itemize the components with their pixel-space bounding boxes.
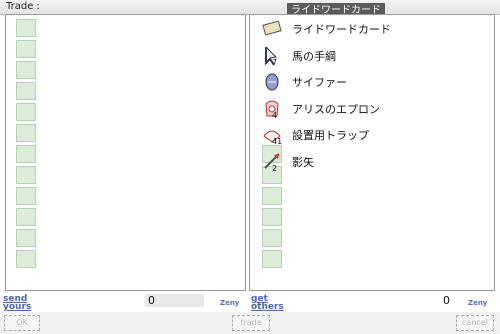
partner-zeny-label: Zeny [468, 299, 488, 307]
window-title: Trade : [6, 1, 40, 12]
ok-button[interactable]: OK [4, 315, 40, 331]
trade-slot[interactable] [16, 208, 36, 226]
trade-slot [262, 229, 282, 247]
list-item[interactable]: 7 馬の手綱 [258, 44, 488, 69]
list-item[interactable]: 41 設置用トラップ [258, 123, 488, 148]
trade-slot [262, 250, 282, 268]
send-yours-label: send yours [3, 294, 32, 312]
item-quantity: 4 [272, 110, 278, 120]
my-slot-column [16, 19, 36, 271]
partner-trade-panel: ライドワードカード 7 馬の手綱 サイファー 4 アリスのエプロン 41 設置用… [249, 14, 495, 312]
cipher-icon [262, 71, 282, 93]
item-quantity: 2 [272, 163, 278, 173]
my-zeny-input[interactable]: 0 [145, 294, 204, 307]
trade-slot[interactable] [16, 166, 36, 184]
item-name: アリスのエプロン [292, 102, 380, 116]
partner-item-list: ライドワードカード 7 馬の手綱 サイファー 4 アリスのエプロン 41 設置用… [258, 17, 488, 177]
card-icon [262, 18, 282, 40]
trade-slot[interactable] [16, 103, 36, 121]
trade-slot[interactable] [16, 82, 36, 100]
item-name: 影矢 [292, 155, 314, 169]
list-item[interactable]: サイファー [258, 70, 488, 95]
item-name: 設置用トラップ [292, 129, 369, 143]
list-item[interactable]: ライドワードカード [258, 17, 488, 42]
cancel-button[interactable]: cancel [456, 315, 494, 331]
trade-slot[interactable] [16, 61, 36, 79]
partner-zeny-value: 0 [443, 294, 450, 307]
my-trade-panel: send yours 0 Zeny [3, 14, 246, 312]
item-name: 馬の手綱 [292, 49, 336, 63]
trade-slot [262, 187, 282, 205]
get-others-label: get others [251, 294, 284, 312]
bottom-bar: OK trade cancel [0, 312, 500, 334]
item-name: ライドワードカード [292, 23, 391, 36]
item-quantity: 7 [272, 57, 278, 67]
trade-slot[interactable] [16, 145, 36, 163]
trade-slot[interactable] [16, 187, 36, 205]
trade-slot [262, 208, 282, 226]
trade-slot[interactable] [16, 19, 36, 37]
item-quantity: 41 [272, 137, 283, 147]
list-item[interactable]: 4 アリスのエプロン [258, 97, 488, 122]
title-bar[interactable]: Trade : [0, 0, 500, 15]
trade-slot[interactable] [16, 40, 36, 58]
trade-slot[interactable] [16, 250, 36, 268]
list-item[interactable]: 2 影矢 [258, 150, 488, 175]
item-name: サイファー [292, 76, 347, 90]
trade-slot[interactable] [16, 124, 36, 142]
trade-slot[interactable] [16, 229, 36, 247]
my-zeny-label: Zeny [220, 299, 240, 307]
trade-button[interactable]: trade [232, 315, 270, 331]
